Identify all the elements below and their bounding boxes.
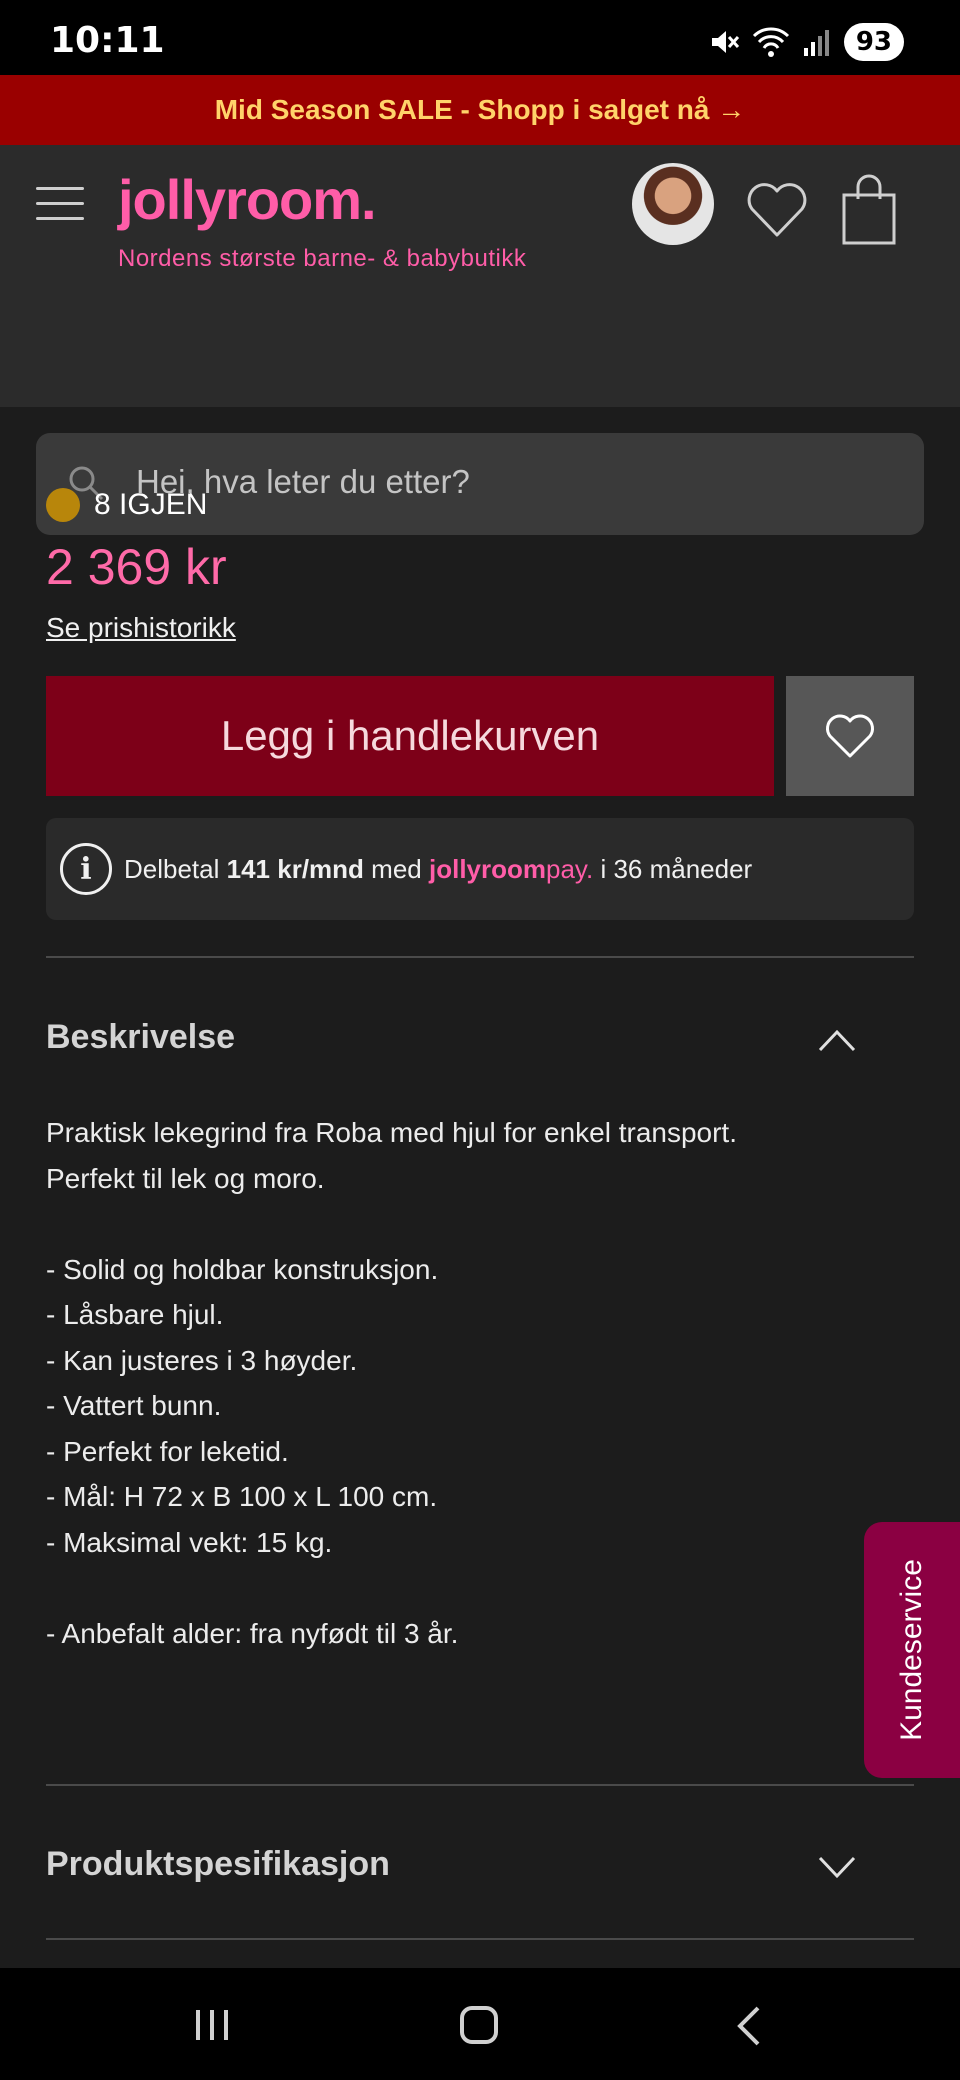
spec-heading[interactable]: Produktspesifikasjon bbox=[46, 1845, 390, 1884]
price-history-link[interactable]: Se prishistorikk bbox=[46, 612, 236, 644]
add-to-wishlist-button[interactable] bbox=[786, 676, 914, 796]
system-navigation-bar bbox=[0, 1968, 960, 2080]
promo-text: Mid Season SALE - Shopp i salget nå → bbox=[214, 94, 746, 125]
section-divider bbox=[46, 1938, 914, 1940]
installment-text: Delbetal 141 kr/mnd med jollyroompay. i … bbox=[124, 853, 753, 884]
section-divider bbox=[46, 956, 914, 958]
account-avatar[interactable] bbox=[632, 163, 714, 245]
mute-icon bbox=[711, 31, 739, 53]
status-icons: 93 bbox=[708, 22, 904, 62]
chevron-up-icon[interactable] bbox=[812, 1020, 862, 1060]
info-icon: i bbox=[60, 843, 112, 895]
heart-icon bbox=[826, 714, 874, 758]
site-logo[interactable]: jollyroom. bbox=[118, 167, 377, 232]
status-bar: 10:11 93 bbox=[0, 0, 960, 75]
promo-banner[interactable]: Mid Season SALE - Shopp i salget nå → bbox=[0, 75, 960, 145]
recent-apps-icon[interactable] bbox=[192, 2008, 232, 2042]
home-icon[interactable] bbox=[460, 2006, 498, 2044]
customer-service-label: Kundeservice bbox=[895, 1559, 928, 1741]
customer-service-button[interactable]: Kundeservice bbox=[864, 1522, 960, 1778]
stock-label: 8 IGJEN bbox=[94, 488, 208, 521]
stock-indicator-dot bbox=[46, 488, 80, 522]
wifi-icon bbox=[752, 27, 789, 57]
description-heading[interactable]: Beskrivelse bbox=[46, 1018, 235, 1057]
description-body: Praktisk lekegrind fra Roba med hjul for… bbox=[46, 1117, 737, 1649]
add-to-cart-button[interactable]: Legg i handlekurven bbox=[46, 676, 774, 796]
signal-icon bbox=[803, 30, 829, 56]
section-divider bbox=[46, 1784, 914, 1786]
hamburger-menu-icon[interactable] bbox=[36, 187, 84, 227]
installment-info[interactable]: i Delbetal 141 kr/mnd med jollyroompay. … bbox=[46, 818, 914, 920]
stock-status: 8 IGJEN bbox=[46, 488, 207, 522]
site-header: jollyroom. Nordens største barne- & baby… bbox=[0, 145, 960, 535]
back-icon[interactable] bbox=[730, 2004, 770, 2048]
wishlist-header-icon[interactable] bbox=[742, 175, 812, 245]
chevron-down-icon[interactable] bbox=[812, 1848, 862, 1888]
jollyroompay-logo: jollyroompay. bbox=[428, 853, 594, 884]
site-tagline: Nordens største barne- & babybutikk bbox=[118, 245, 527, 272]
product-price: 2 369 kr bbox=[46, 539, 227, 595]
battery-indicator: 93 bbox=[843, 23, 904, 61]
cart-icon[interactable] bbox=[838, 173, 900, 247]
status-time: 10:11 bbox=[50, 20, 165, 61]
